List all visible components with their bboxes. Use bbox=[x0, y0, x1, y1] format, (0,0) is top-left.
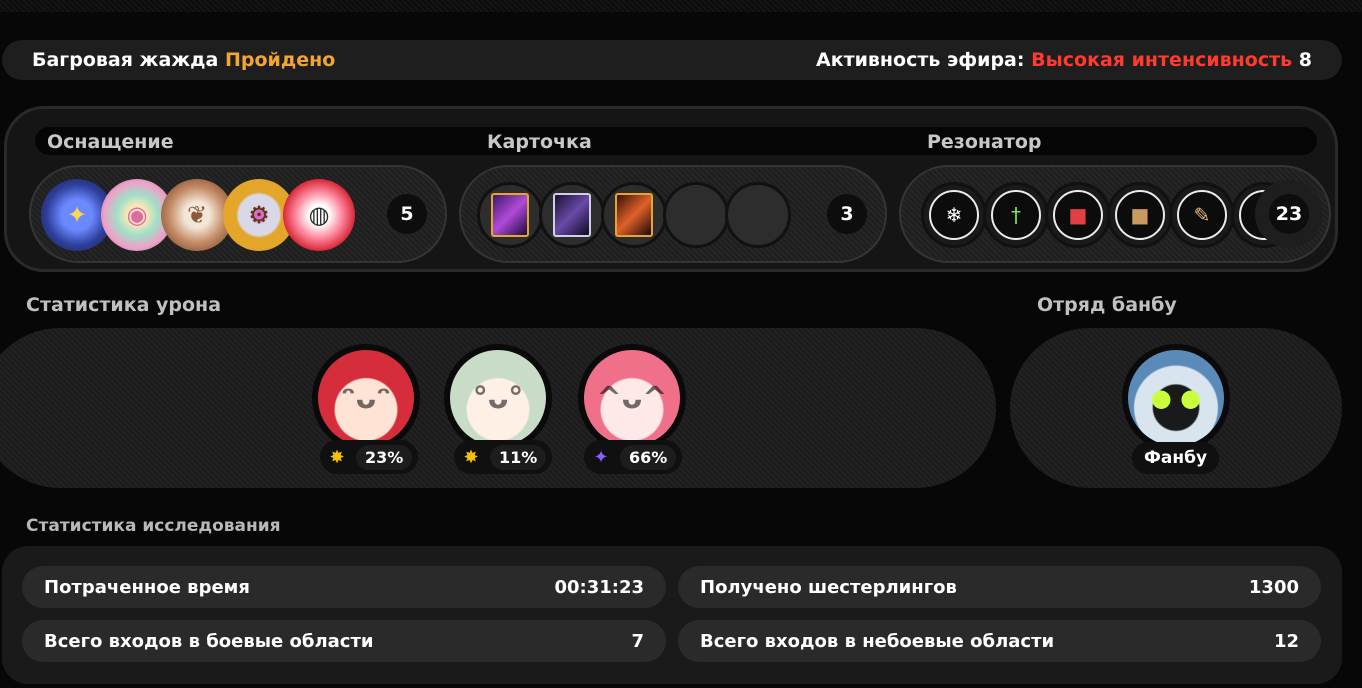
agent-face: ᵔᴗᵔ bbox=[318, 350, 414, 446]
agent-face: °ᴗ° bbox=[450, 350, 546, 446]
event-header: Багровая жажда Пройдено Активность эфира… bbox=[2, 40, 1342, 80]
brown-book-icon: ■ bbox=[1115, 190, 1165, 240]
stat-value: 1300 bbox=[1248, 576, 1299, 598]
burst-icon: ✸ bbox=[329, 446, 345, 468]
empty-card-slot[interactable] bbox=[663, 182, 729, 248]
stat-value: 12 bbox=[1273, 630, 1299, 652]
section-label-bar bbox=[35, 127, 1317, 155]
event-title: Багровая жажда Пройдено bbox=[32, 49, 335, 71]
damage-share-pill: ✦ 66% bbox=[584, 440, 683, 474]
pink-candy-icon[interactable]: ◍ bbox=[283, 179, 355, 251]
damage-share-pill: ✸ 11% bbox=[454, 440, 553, 474]
agent-portrait[interactable]: °ᴗ° bbox=[444, 344, 552, 452]
violet-card-icon bbox=[553, 193, 591, 237]
agent-portrait[interactable]: ᵔᴗᵔ bbox=[312, 344, 420, 452]
bangboo-portrait[interactable]: ● ● bbox=[1122, 344, 1230, 452]
stat-row: Всего входов в небоевые области 12 bbox=[678, 620, 1321, 662]
orange-card-icon bbox=[615, 193, 653, 237]
agent-portrait[interactable]: ^ᴗ^ bbox=[578, 344, 686, 452]
stat-label: Получено шестерлингов bbox=[700, 576, 957, 598]
damage-share-pill: ✸ 23% bbox=[320, 440, 419, 474]
card-slot[interactable] bbox=[477, 182, 543, 248]
equipment-label: Оснащение bbox=[47, 131, 174, 153]
crystal-emblem-icon: ❄ bbox=[929, 190, 979, 240]
cards-count: 3 bbox=[827, 194, 867, 234]
ether-activity: Активность эфира: Высокая интенсивность … bbox=[816, 49, 1312, 71]
event-name: Багровая жажда bbox=[32, 49, 219, 71]
exploration-stats-title: Статистика исследования bbox=[26, 516, 281, 536]
resonator-slot[interactable]: ■ bbox=[1045, 182, 1111, 248]
cards-label: Карточка bbox=[487, 131, 592, 153]
purple-card-icon bbox=[491, 193, 529, 237]
sparkle-icon: ✦ bbox=[593, 446, 609, 468]
resonator-slot[interactable]: ■ bbox=[1107, 182, 1173, 248]
damage-stats-title: Статистика урона bbox=[26, 294, 222, 316]
activity-level: Высокая интенсивность bbox=[1031, 49, 1293, 71]
scroll-icon: ✎ bbox=[1177, 190, 1227, 240]
cards-tray[interactable]: 3 bbox=[459, 165, 887, 263]
resonator-slot[interactable]: † bbox=[983, 182, 1049, 248]
event-status: Пройдено bbox=[224, 49, 336, 71]
bangboo-title: Отряд банбу bbox=[1037, 294, 1177, 316]
stat-value: 00:31:23 bbox=[554, 576, 644, 598]
resonator-count: 23 bbox=[1269, 194, 1309, 234]
burst-icon: ✸ bbox=[463, 446, 479, 468]
stat-label: Потраченное время bbox=[44, 576, 250, 598]
stat-row: Всего входов в боевые области 7 bbox=[22, 620, 666, 662]
equipment-count: 5 bbox=[387, 194, 427, 234]
resonator-slot[interactable]: ✎ bbox=[1169, 182, 1235, 248]
damage-share-value: 66% bbox=[620, 444, 677, 470]
stat-row: Получено шестерлингов 1300 bbox=[678, 566, 1321, 608]
damage-share-value: 23% bbox=[356, 444, 413, 470]
red-book-icon: ■ bbox=[1053, 190, 1103, 240]
bangboo-name: Фанбу bbox=[1132, 442, 1220, 474]
resonator-label: Резонатор bbox=[927, 131, 1042, 153]
resonator-slot[interactable]: ❄ bbox=[921, 182, 987, 248]
stat-row: Потраченное время 00:31:23 bbox=[22, 566, 666, 608]
stat-label: Всего входов в небоевые области bbox=[700, 630, 1055, 652]
loadout-panel: Оснащение Карточка Резонатор ✦ ◉ ❦ ⚙ ◍ 5… bbox=[4, 106, 1338, 272]
green-sword-icon: † bbox=[991, 190, 1041, 240]
activity-label: Активность эфира: bbox=[815, 49, 1025, 71]
agent-face: ^ᴗ^ bbox=[584, 350, 680, 446]
bangboo-face: ● ● bbox=[1128, 350, 1224, 446]
top-decorative-strip bbox=[0, 0, 1362, 12]
activity-value: 8 bbox=[1298, 49, 1312, 71]
empty-card-slot[interactable] bbox=[725, 182, 791, 248]
card-slot[interactable] bbox=[601, 182, 667, 248]
resonator-tray[interactable]: ❄ † ■ ■ ✎ ◉ 23 bbox=[899, 165, 1331, 263]
stat-label: Всего входов в боевые области bbox=[44, 630, 374, 652]
stat-value: 7 bbox=[631, 630, 644, 652]
equipment-tray[interactable]: ✦ ◉ ❦ ⚙ ◍ 5 bbox=[29, 165, 447, 263]
damage-share-value: 11% bbox=[490, 444, 547, 470]
card-slot[interactable] bbox=[539, 182, 605, 248]
